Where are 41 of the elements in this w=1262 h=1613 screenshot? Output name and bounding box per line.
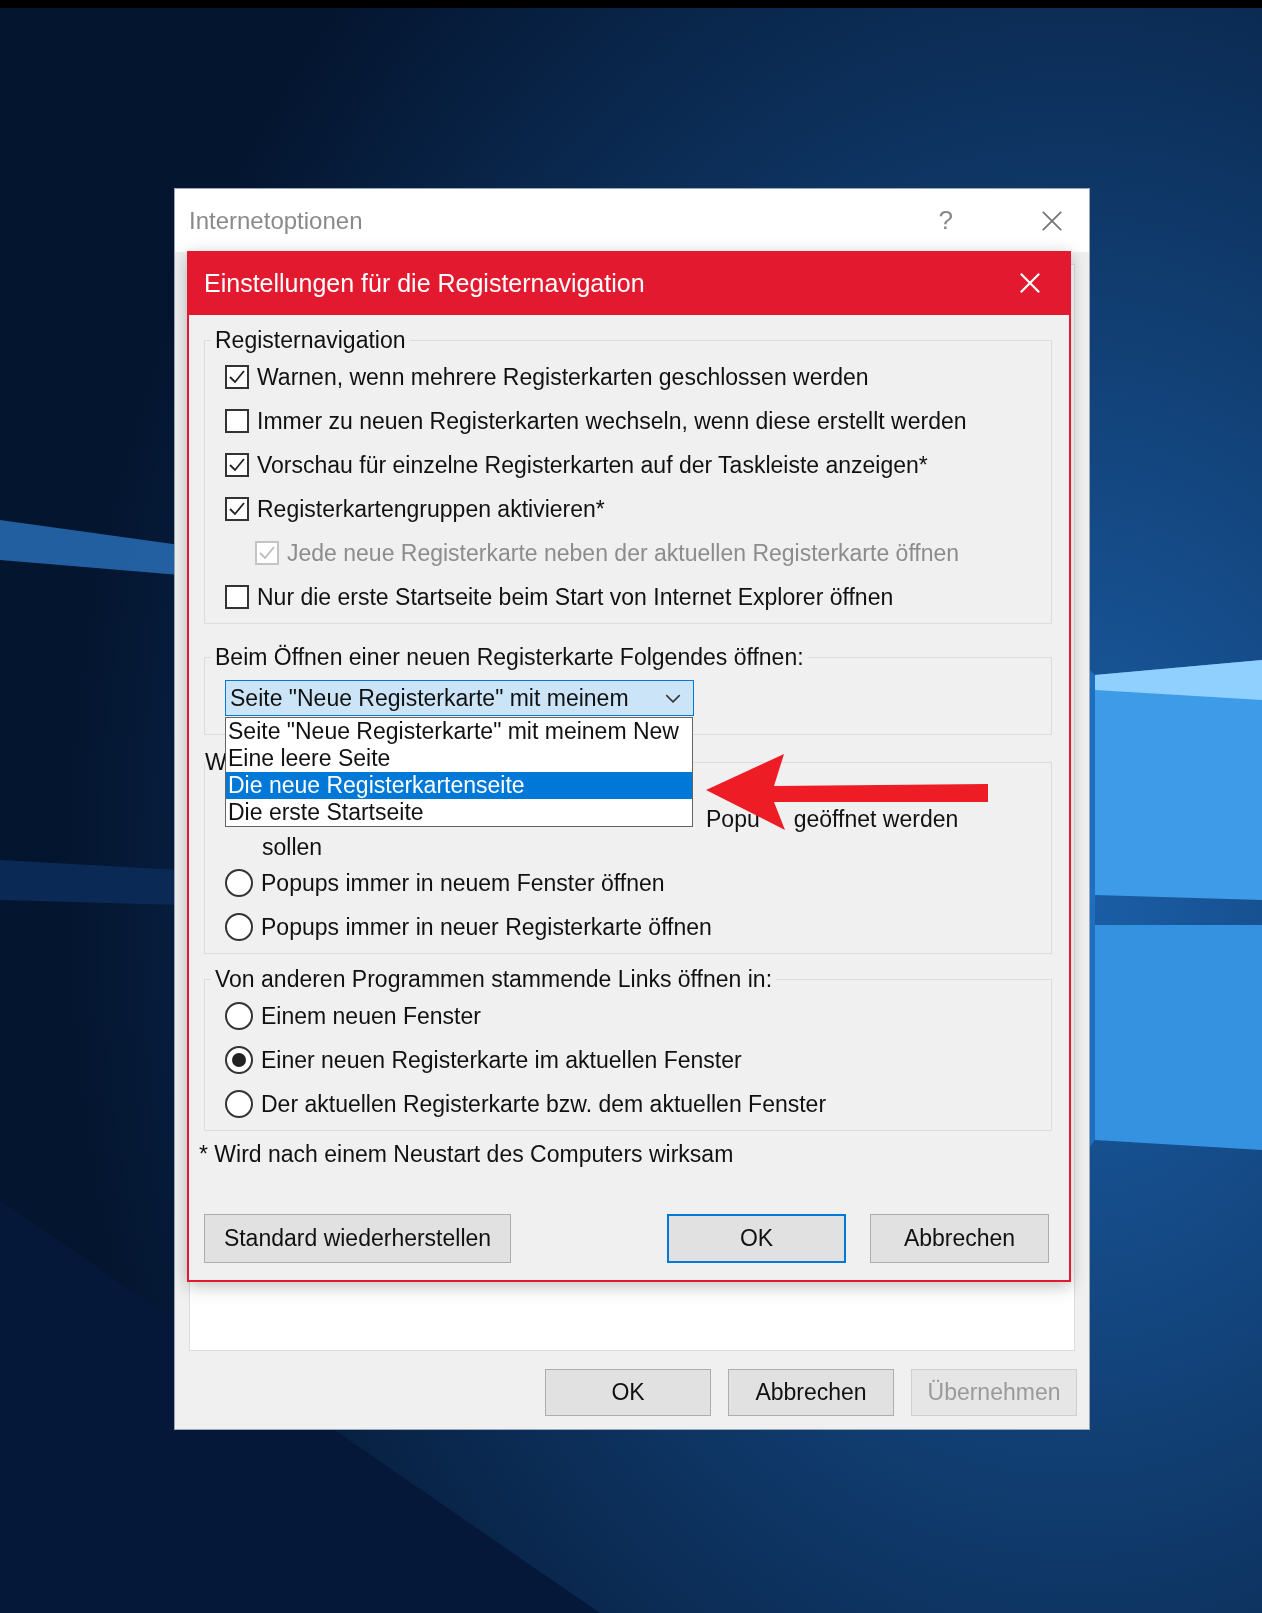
- checkbox-label: Jede neue Registerkarte neben der aktuellen Registerkarte öffnen: [287, 539, 960, 567]
- checkbox[interactable]: [225, 585, 249, 609]
- caret-icon: [665, 693, 681, 703]
- radio-label: Einer neuen Registerkarte im aktuellen Fenster: [261, 1046, 742, 1074]
- checkbox-label: Vorschau für einzelne Registerkarten auf der Taskleiste anzeigen*: [257, 451, 928, 479]
- checkbox[interactable]: [225, 409, 249, 433]
- radio-label: Popups immer in neuem Fenster öffnen: [261, 869, 665, 897]
- dialog-button[interactable]: OK: [667, 1214, 846, 1263]
- group-label: W: [205, 748, 227, 777]
- dialog-button[interactable]: OK: [545, 1369, 711, 1416]
- radio-button[interactable]: [225, 1002, 253, 1030]
- checkbox[interactable]: [225, 497, 249, 521]
- checkbox[interactable]: [225, 365, 249, 389]
- radio-button[interactable]: [225, 869, 253, 897]
- dropdown-option[interactable]: Eine leere Seite: [226, 745, 692, 772]
- help-button[interactable]: ?: [932, 205, 959, 236]
- radio-label: Popups immer in neuer Registerkarte öffnen: [261, 913, 712, 941]
- radio-label: Der aktuellen Registerkarte bzw. dem aktuellen Fenster: [261, 1090, 827, 1118]
- checkbox[interactable]: [225, 453, 249, 477]
- radio-label: Popu: [706, 805, 760, 833]
- dropdown-option[interactable]: Die neue Registerkartenseite: [226, 772, 692, 799]
- checkbox-label: Immer zu neuen Registerkarten wechseln, wenn diese erstellt werden: [257, 407, 967, 435]
- radio-label: sollen: [262, 833, 323, 861]
- radio-button[interactable]: [225, 913, 253, 941]
- window-title: Internetoptionen: [189, 206, 364, 235]
- dialog-button[interactable]: Standard wiederherstellen: [204, 1214, 511, 1263]
- dropdown[interactable]: Seite "Neue Registerkarte" mit meinem: [225, 680, 694, 716]
- checkbox-label: Warnen, wenn mehrere Registerkarten geschlossen werden: [257, 363, 869, 391]
- dropdown-option[interactable]: Die erste Startseite: [226, 799, 692, 826]
- radio-label: Einem neuen Fenster: [261, 1002, 481, 1030]
- checkbox-label: Nur die erste Startseite beim Start von Internet Explorer öffnen: [257, 583, 894, 611]
- radio-button[interactable]: [225, 1046, 253, 1074]
- dialog-button[interactable]: Abbrechen: [870, 1214, 1049, 1263]
- dropdown-option[interactable]: Seite "Neue Registerkarte" mit meinem New: [226, 718, 692, 745]
- radio-label: geöffnet werden: [793, 805, 959, 833]
- close-icon[interactable]: [1041, 209, 1063, 232]
- radio-button[interactable]: [225, 1090, 253, 1118]
- footnote: * Wird nach einem Neustart des Computers wirksam: [199, 1141, 735, 1168]
- checkbox-label: Registerkartengruppen aktivieren*: [257, 495, 605, 523]
- dialog-title: Einstellungen für die Registernavigation: [204, 268, 646, 298]
- dialog-button[interactable]: Abbrechen: [728, 1369, 894, 1416]
